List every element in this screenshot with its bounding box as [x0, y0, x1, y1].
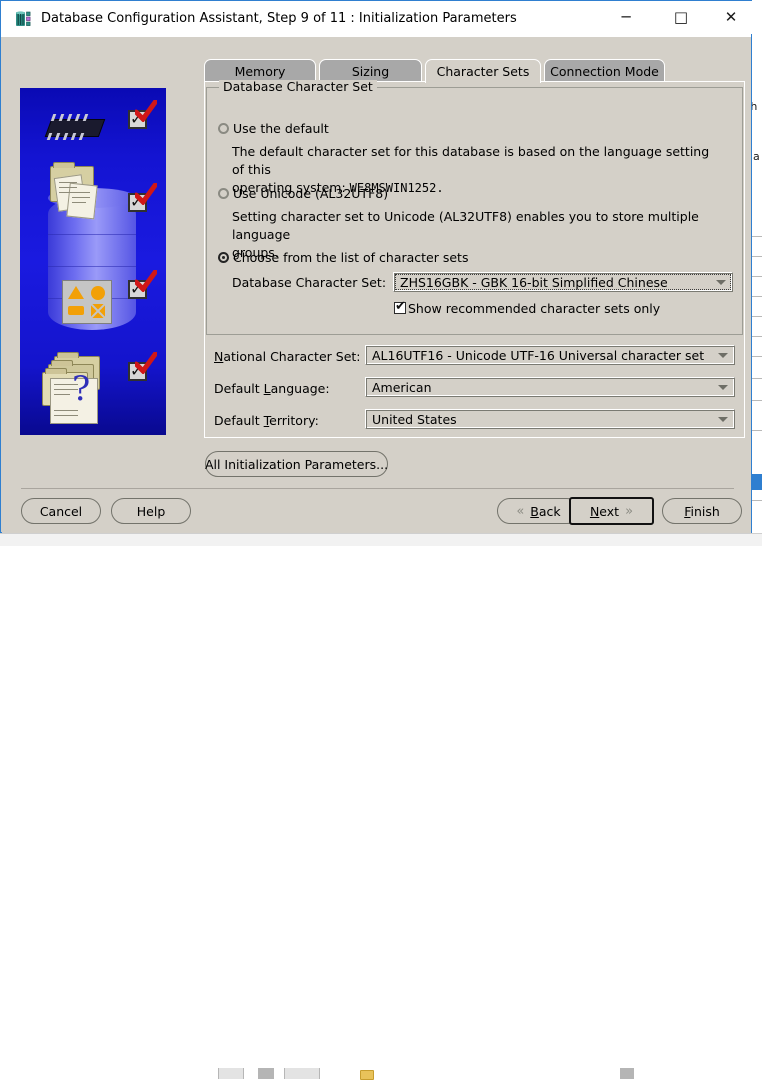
chevron-right-icon: »: [625, 503, 634, 519]
back-button[interactable]: « Back: [497, 498, 580, 524]
close-button[interactable]: ✕: [708, 1, 754, 34]
radio-use-unicode[interactable]: [218, 188, 229, 199]
default-language-combobox[interactable]: American: [365, 377, 735, 397]
database-character-set-label: Database Character Set:: [232, 275, 387, 290]
group-title: Database Character Set: [219, 80, 377, 94]
close-icon: ✕: [724, 8, 738, 26]
folder-icon: [360, 1070, 374, 1080]
maximize-icon: □: [673, 8, 689, 26]
footer-separator: [21, 488, 734, 489]
chevron-down-icon: [716, 280, 726, 285]
radio-label-choose-from-list: Choose from the list of character sets: [233, 250, 469, 265]
default-territory-label: Default Territory:: [214, 413, 319, 428]
chevron-down-icon: [718, 353, 728, 358]
window-title: Database Configuration Assistant, Step 9…: [41, 11, 517, 26]
title-bar: Database Configuration Assistant, Step 9…: [1, 1, 754, 37]
national-character-set-value: AL16UTF16 - Unicode UTF-16 Universal cha…: [372, 348, 705, 363]
taskbar-item[interactable]: [284, 1068, 320, 1079]
cancel-button[interactable]: Cancel: [21, 498, 101, 524]
database-character-set-combobox[interactable]: ZHS16GBK - GBK 16-bit Simplified Chinese: [393, 272, 733, 292]
tab-label: Memory: [234, 63, 286, 79]
button-label: Back: [530, 503, 561, 519]
wizard-banner-artwork: ? ✓ ✓ ✓ ✓: [20, 88, 166, 435]
all-initialization-parameters-button[interactable]: All Initialization Parameters...: [205, 451, 388, 477]
tab-connection-mode[interactable]: Connection Mode: [544, 59, 665, 82]
help-document-icon: ?: [50, 356, 126, 424]
desc-line-1: Setting character set to Unicode (AL32UT…: [232, 209, 699, 242]
radio-label-use-the-default: Use the default: [233, 121, 329, 136]
next-button[interactable]: Next »: [569, 497, 654, 525]
minimize-icon: ─: [621, 8, 631, 26]
show-recommended-label: Show recommended character sets only: [408, 301, 661, 316]
button-label: Help: [136, 503, 166, 519]
button-label: Cancel: [39, 503, 83, 519]
taskbar-item[interactable]: [218, 1068, 244, 1079]
minimize-button[interactable]: ─: [603, 1, 649, 34]
step-check-4: ✓: [128, 352, 157, 384]
radio-use-the-default[interactable]: [218, 123, 229, 134]
chevron-down-icon: [718, 417, 728, 422]
show-recommended-checkbox[interactable]: ✔: [394, 299, 406, 314]
step-check-3: ✓: [128, 270, 157, 302]
default-territory-value: United States: [372, 412, 457, 427]
check-icon: ✔: [395, 299, 406, 314]
tab-label: Sizing: [351, 63, 390, 79]
button-label: Finish: [684, 503, 720, 519]
database-character-set-value: ZHS16GBK - GBK 16-bit Simplified Chinese: [400, 275, 668, 290]
finish-button[interactable]: Finish: [662, 498, 742, 524]
chevron-down-icon: [718, 385, 728, 390]
schema-objects-icon: [62, 280, 112, 324]
button-label: Next: [589, 503, 620, 519]
dialog-window: Database Configuration Assistant, Step 9…: [0, 0, 754, 533]
tab-label: Connection Mode: [550, 63, 659, 79]
step-check-2: ✓: [128, 183, 157, 215]
tab-label: Character Sets: [436, 64, 530, 79]
document-icon: [66, 182, 98, 220]
chevron-left-icon: «: [516, 503, 525, 519]
chip-icon: [42, 113, 106, 141]
default-territory-combobox[interactable]: United States: [365, 409, 735, 429]
default-language-value: American: [372, 380, 432, 395]
national-character-set-combobox[interactable]: AL16UTF16 - Unicode UTF-16 Universal cha…: [365, 345, 735, 365]
step-check-1: ✓: [128, 100, 157, 132]
help-button[interactable]: Help: [111, 498, 191, 524]
national-character-set-label: National Character Set:: [214, 349, 361, 364]
maximize-button[interactable]: □: [658, 1, 704, 34]
desc-line-1: The default character set for this datab…: [232, 144, 710, 177]
radio-choose-from-list[interactable]: [218, 252, 229, 263]
oracle-database-icon: [16, 11, 31, 26]
tab-character-sets[interactable]: Character Sets: [425, 59, 541, 83]
button-label: All Initialization Parameters...: [204, 456, 389, 472]
radio-label-use-unicode: Use Unicode (AL32UTF8): [233, 186, 389, 201]
taskbar-item[interactable]: [620, 1068, 634, 1079]
taskbar: [0, 533, 762, 1080]
default-language-label: Default Language:: [214, 381, 330, 396]
taskbar-item[interactable]: [258, 1068, 274, 1079]
